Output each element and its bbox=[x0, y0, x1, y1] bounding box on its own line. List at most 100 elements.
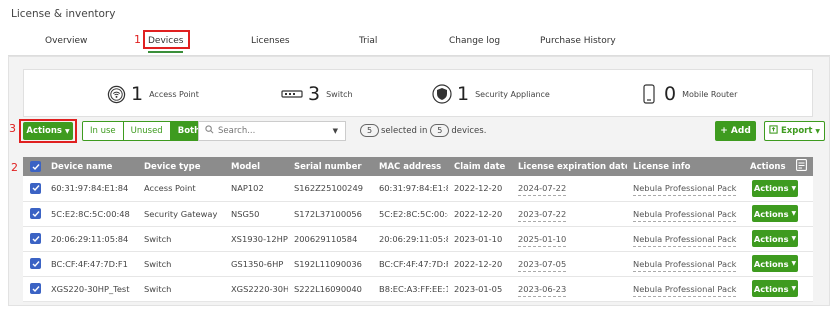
cell-expiry: 2023-07-22 bbox=[518, 208, 567, 222]
row-checkbox[interactable] bbox=[30, 233, 41, 244]
table-row[interactable]: BC:CF:4F:47:7D:F1 Switch GS1350-6HP S192L11… bbox=[23, 251, 813, 276]
cell-license: Nebula Professional Pack bbox=[633, 233, 737, 247]
search-input[interactable] bbox=[218, 126, 328, 136]
cell-claim: 2022-12-20 bbox=[454, 183, 503, 194]
column-mac-address[interactable]: MAC address bbox=[373, 157, 448, 176]
chevron-down-icon: ▼ bbox=[791, 235, 797, 242]
row-actions-button[interactable]: Actions ▼ bbox=[752, 280, 798, 297]
select-all-checkbox[interactable] bbox=[30, 161, 41, 172]
search-dropdown-icon[interactable]: ▼ bbox=[333, 127, 338, 135]
actions-label: Actions bbox=[26, 126, 62, 136]
cell-claim: 2023-01-05 bbox=[454, 283, 503, 294]
row-checkbox[interactable] bbox=[30, 258, 41, 269]
cell-name: 60:31:97:84:E1:84 bbox=[51, 183, 129, 194]
cell-expiry: 2023-07-05 bbox=[518, 258, 567, 272]
column-chooser-icon[interactable] bbox=[795, 159, 807, 174]
cell-mac: B8:EC:A3:FF:EE:1A bbox=[379, 283, 448, 294]
cell-license: Nebula Professional Pack bbox=[633, 183, 737, 197]
row-actions-button[interactable]: Actions ▼ bbox=[752, 255, 798, 272]
column-license-expiration[interactable]: License expiration date bbox=[512, 157, 627, 176]
cell-license: Nebula Professional Pack bbox=[633, 283, 737, 297]
table-row[interactable]: XGS220-30HP_Test Switch XGS2220-30HP S222L1… bbox=[23, 276, 813, 301]
row-checkbox[interactable] bbox=[30, 283, 41, 294]
cell-type: Switch bbox=[144, 258, 172, 269]
cell-model: GS1350-6HP bbox=[231, 258, 284, 269]
summary-count: 3 bbox=[308, 83, 321, 105]
summary-count: 1 bbox=[131, 83, 144, 105]
row-actions-button[interactable]: Actions ▼ bbox=[752, 205, 798, 222]
column-license-info[interactable]: License info bbox=[627, 157, 746, 176]
row-actions-button[interactable]: Actions ▼ bbox=[752, 179, 798, 197]
annotation-box-devices-tab bbox=[143, 30, 190, 49]
tab-purchase-history[interactable]: Purchase History bbox=[540, 36, 616, 46]
page-title: License & inventory bbox=[11, 8, 116, 20]
cell-expiry: 2024-07-22 bbox=[518, 183, 567, 197]
cell-serial: S162Z25100249 bbox=[294, 183, 364, 194]
filter-unused[interactable]: Unused bbox=[122, 122, 170, 140]
table-header: Device name Device type Model Serial num… bbox=[23, 157, 813, 176]
add-button[interactable]: + Add bbox=[715, 121, 756, 141]
table-row[interactable]: 60:31:97:84:E1:84 Access Point NAP102 S162Z… bbox=[23, 176, 813, 201]
row-actions-button[interactable]: Actions ▼ bbox=[752, 230, 798, 247]
cell-license: Nebula Professional Pack bbox=[633, 208, 737, 222]
tab-overview[interactable]: Overview bbox=[45, 36, 87, 46]
selected-text: selected in bbox=[381, 125, 428, 136]
row-actions-label: Actions bbox=[753, 208, 789, 219]
column-model[interactable]: Model bbox=[225, 157, 288, 176]
selection-summary: 5 selected in 5 devices. bbox=[358, 124, 486, 137]
cell-mac: 60:31:97:84:E1:84 bbox=[379, 183, 448, 194]
devices-table: Device name Device type Model Serial num… bbox=[23, 157, 813, 302]
filter-in-use[interactable]: In use bbox=[83, 122, 123, 140]
tab-trial[interactable]: Trial bbox=[359, 36, 377, 46]
annotation-mark-two: 2 bbox=[11, 161, 18, 174]
annotation-mark-one: 1 bbox=[134, 33, 141, 46]
tab-change-log[interactable]: Change log bbox=[449, 36, 500, 46]
row-actions-label: Actions bbox=[753, 183, 789, 194]
cell-serial: 200629110584 bbox=[294, 233, 358, 244]
chevron-down-icon: ▼ bbox=[791, 285, 797, 292]
summary-count: 0 bbox=[664, 83, 677, 105]
usage-filter: In use Unused Both bbox=[82, 121, 209, 141]
total-count-badge: 5 bbox=[430, 124, 450, 137]
annotation-mark-three: 3 bbox=[9, 122, 16, 135]
column-serial-number[interactable]: Serial number bbox=[288, 157, 373, 176]
cell-name: BC:CF:4F:47:7D:F1 bbox=[51, 258, 128, 269]
column-device-name[interactable]: Device name bbox=[45, 157, 138, 176]
summary-access-point: 1 Access Point bbox=[106, 82, 199, 106]
column-device-type[interactable]: Device type bbox=[138, 157, 225, 176]
switch-icon bbox=[281, 84, 303, 104]
cell-mac: 20:06:29:11:05:84 bbox=[379, 233, 448, 244]
tab-bar: Overview Devices Licenses Trial Change l… bbox=[8, 28, 830, 56]
device-summary: 1 Access Point 3 Switch 1 Security Appli… bbox=[23, 69, 813, 117]
search-box: ▼ bbox=[198, 121, 346, 141]
actions-dropdown-button[interactable]: Actions ▼ bbox=[23, 122, 73, 140]
summary-label: Mobile Router bbox=[682, 89, 738, 99]
export-icon bbox=[769, 125, 778, 137]
tab-licenses[interactable]: Licenses bbox=[251, 36, 290, 46]
table-row[interactable]: 5C:E2:8C:5C:00:48 Security Gateway NSG50 S1… bbox=[23, 201, 813, 226]
column-actions: Actions bbox=[750, 162, 786, 172]
summary-label: Access Point bbox=[149, 89, 199, 99]
access-point-icon bbox=[106, 84, 126, 104]
cell-name: 5C:E2:8C:5C:00:48 bbox=[51, 208, 130, 219]
table-row[interactable]: 20:06:29:11:05:84 Switch XS1930-12HP 200629… bbox=[23, 226, 813, 251]
cell-serial: S172L37100056 bbox=[294, 208, 362, 219]
cell-model: NAP102 bbox=[231, 183, 264, 194]
cell-name: 20:06:29:11:05:84 bbox=[51, 233, 129, 244]
column-claim-date[interactable]: Claim date bbox=[448, 157, 512, 176]
export-button[interactable]: Export ▼ bbox=[764, 121, 825, 141]
chevron-down-icon: ▼ bbox=[791, 210, 797, 217]
row-actions-label: Actions bbox=[753, 258, 789, 269]
summary-label: Switch bbox=[326, 89, 353, 99]
cell-type: Security Gateway bbox=[144, 208, 218, 219]
cell-claim: 2022-12-20 bbox=[454, 208, 503, 219]
devices-text: devices. bbox=[451, 125, 487, 136]
row-checkbox[interactable] bbox=[30, 182, 41, 194]
cell-serial: S192L11090036 bbox=[294, 258, 362, 269]
cell-claim: 2022-12-20 bbox=[454, 258, 503, 269]
chevron-down-icon: ▼ bbox=[791, 184, 797, 192]
row-actions-label: Actions bbox=[753, 283, 789, 294]
cell-expiry: 2023-06-23 bbox=[518, 283, 567, 297]
mobile-router-icon bbox=[639, 84, 659, 104]
row-checkbox[interactable] bbox=[30, 208, 41, 219]
